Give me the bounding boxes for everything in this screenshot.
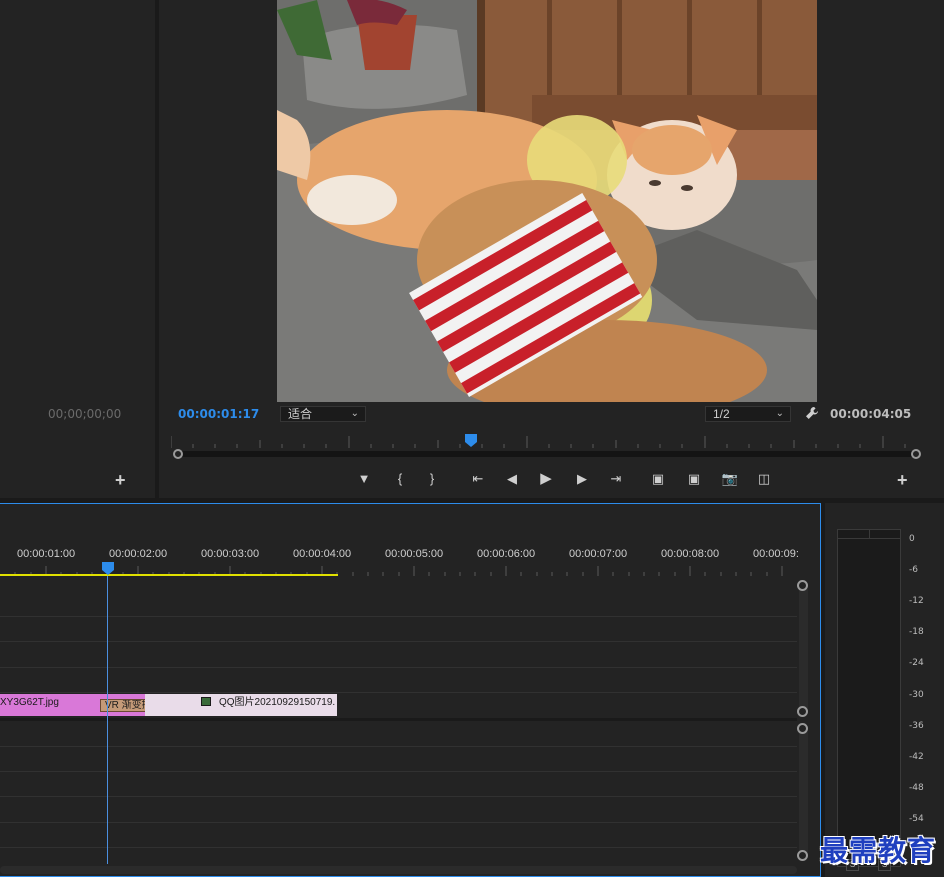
track-separator (0, 667, 797, 668)
fx-badge-icon (201, 697, 211, 706)
ruler-label: 00:00:01:00 (17, 548, 76, 560)
compare-view-icon[interactable]: ◫ (753, 468, 775, 490)
db-label: -30 (909, 690, 924, 700)
clip-label: XY3G62T.jpg (0, 697, 59, 708)
scroll-handle-bottom[interactable] (797, 850, 808, 861)
db-label: -24 (909, 658, 924, 668)
audio-meter-panel: 0 -6 -12 -18 -24 -30 -36 -42 -48 -54 S S (825, 503, 944, 877)
timeline-horizontal-scrollbar[interactable] (0, 866, 797, 874)
play-icon[interactable]: ▶ (535, 468, 557, 490)
scroll-handle-top[interactable] (797, 723, 808, 734)
fit-dropdown[interactable]: 适合 ⌄ (280, 406, 366, 422)
chevron-down-icon: ⌄ (350, 408, 359, 419)
step-back-icon[interactable]: ◀ (501, 468, 523, 490)
ruler-label: 00:00:05:00 (385, 548, 444, 560)
scrub-end-handle[interactable] (911, 449, 921, 459)
db-label: 0 (909, 534, 915, 544)
audio-meter (837, 529, 901, 867)
source-add-button[interactable]: + (115, 471, 126, 489)
program-scrub-bar[interactable] (177, 451, 917, 457)
ruler-label: 00:00:07:00 (569, 548, 628, 560)
track-separator (0, 847, 797, 848)
watermark-logo: 最需教育 (820, 834, 937, 867)
video-audio-divider[interactable] (0, 718, 797, 721)
work-area-bar[interactable] (0, 574, 338, 576)
program-monitor-panel: 00:00:01:17 适合 ⌄ 1/2 ⌄ 00:00:04:05 ▼ {}… (159, 0, 944, 498)
db-label: -42 (909, 752, 924, 762)
fit-dropdown-value: 适合 (288, 407, 313, 421)
source-monitor-panel: 00;00;00;00 + (0, 0, 155, 498)
extract-icon[interactable]: ▣ (683, 468, 705, 490)
program-current-timecode[interactable]: 00:00:01:17 (178, 407, 259, 421)
lift-icon[interactable]: ▣ (647, 468, 669, 490)
meter-peak-row (838, 530, 900, 539)
video-clip-qq-image[interactable]: QQ图片20210929150719. (145, 694, 337, 716)
db-label: -6 (909, 565, 918, 575)
scroll-handle-top[interactable] (797, 580, 808, 591)
source-timecode[interactable]: 00;00;00;00 (48, 407, 121, 421)
camera-icon[interactable]: 📷 (719, 468, 741, 490)
db-label: -12 (909, 596, 924, 606)
video-clip-jpg[interactable]: XY3G62T.jpg VR 渐变擦除 (0, 694, 190, 716)
track-separator (0, 796, 797, 797)
scrub-start-handle[interactable] (173, 449, 183, 459)
ruler-label: 00:00:02:00 (109, 548, 168, 560)
step-forward-icon[interactable]: ▶ (571, 468, 593, 490)
track-separator (0, 616, 797, 617)
program-add-button[interactable]: + (897, 471, 908, 489)
db-label: -36 (909, 721, 924, 731)
ruler-label: 00:00:04:00 (293, 548, 352, 560)
meter-channel-divider (869, 530, 870, 539)
timeline-panel: 00:00:01:00 00:00:02:00 00:00:03:00 00:0… (0, 503, 821, 877)
playback-resolution-dropdown[interactable]: 1/2 ⌄ (705, 406, 791, 422)
audio-tracks-scrollbar[interactable] (799, 728, 808, 856)
transport-controls: ▼ { } ⇤ ◀ ▶ ▶ ⇥ ▣ ▣ 📷 ◫ (159, 468, 944, 490)
resolution-dropdown-value: 1/2 (713, 407, 730, 421)
track-separator (0, 746, 797, 747)
add-marker-icon[interactable]: ▼ (353, 468, 375, 490)
track-separator (0, 771, 797, 772)
wrench-icon[interactable] (805, 406, 819, 420)
program-playhead[interactable] (464, 434, 477, 447)
ruler-label: 00:00:03:00 (201, 548, 260, 560)
db-label: -48 (909, 783, 924, 793)
db-label: -54 (909, 814, 924, 824)
clip-label: QQ图片20210929150719. (219, 697, 336, 708)
chevron-down-icon: ⌄ (775, 408, 784, 419)
ruler-label: 00:00:06:00 (477, 548, 536, 560)
ruler-label: 00:00:08:00 (661, 548, 720, 560)
scroll-handle-bottom[interactable] (797, 706, 808, 717)
program-time-ruler[interactable] (171, 436, 919, 448)
mark-in-icon[interactable]: { (389, 468, 411, 490)
mark-out-icon[interactable]: } (421, 468, 443, 490)
video-tracks-scrollbar[interactable] (799, 586, 808, 714)
timeline-playhead-line (107, 576, 108, 864)
go-to-out-icon[interactable]: ⇥ (605, 468, 627, 490)
program-duration-timecode: 00:00:04:05 (830, 407, 912, 421)
timeline-playhead[interactable] (102, 562, 114, 575)
program-video-frame (277, 0, 817, 402)
track-separator (0, 641, 797, 642)
track-separator (0, 692, 797, 693)
timeline-time-ruler[interactable]: 00:00:01:00 00:00:02:00 00:00:03:00 00:0… (0, 542, 800, 578)
video-frame-image (277, 0, 817, 402)
track-separator (0, 822, 797, 823)
go-to-in-icon[interactable]: ⇤ (467, 468, 489, 490)
ruler-label: 00:00:09: (753, 548, 799, 560)
db-label: -18 (909, 627, 924, 637)
